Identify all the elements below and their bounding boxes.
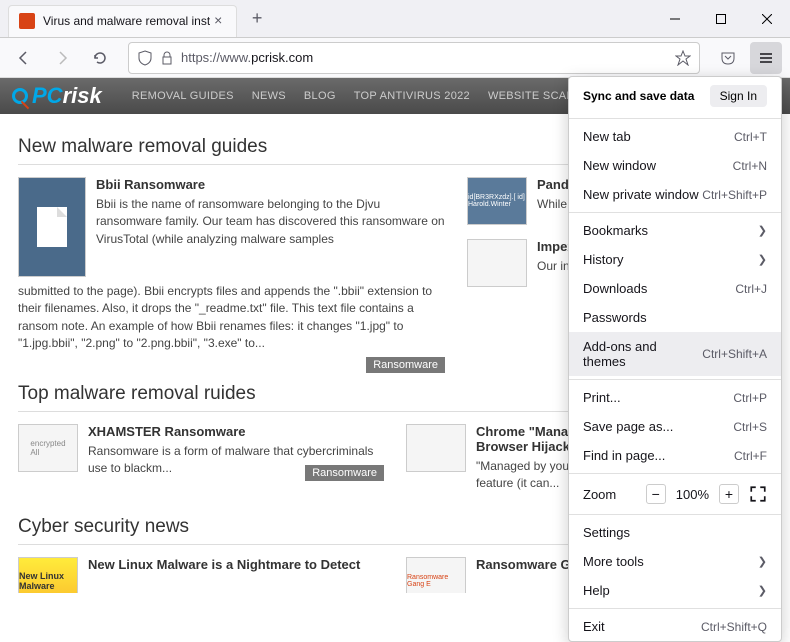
url-text: https://www.pcrisk.com bbox=[181, 50, 313, 65]
sync-row: Sync and save data Sign In bbox=[569, 77, 781, 115]
menu-save-page[interactable]: Save page as...Ctrl+S bbox=[569, 412, 781, 441]
menu-passwords[interactable]: Passwords bbox=[569, 303, 781, 332]
menu-find[interactable]: Find in page...Ctrl+F bbox=[569, 441, 781, 470]
fullscreen-icon[interactable] bbox=[749, 485, 767, 503]
nav-antivirus[interactable]: TOP ANTIVIRUS 2022 bbox=[354, 90, 470, 102]
zoom-value: 100% bbox=[676, 487, 709, 502]
separator bbox=[569, 608, 781, 609]
browser-tab[interactable]: Virus and malware removal inst × bbox=[8, 5, 237, 37]
tab-title: Virus and malware removal inst bbox=[43, 14, 210, 28]
menu-addons[interactable]: Add-ons and themesCtrl+Shift+A bbox=[569, 332, 781, 376]
chevron-right-icon: ❯ bbox=[758, 224, 767, 237]
app-menu-button[interactable] bbox=[750, 42, 782, 74]
reload-button[interactable] bbox=[84, 42, 116, 74]
menu-more-tools[interactable]: More tools❯ bbox=[569, 547, 781, 576]
zoom-out-button[interactable]: − bbox=[646, 484, 666, 504]
shield-icon bbox=[137, 50, 153, 66]
bookmark-star-icon[interactable] bbox=[675, 50, 691, 66]
close-window-button[interactable] bbox=[744, 0, 790, 38]
menu-zoom: Zoom − 100% + bbox=[569, 477, 781, 511]
lock-icon bbox=[159, 50, 175, 66]
forward-button[interactable] bbox=[46, 42, 78, 74]
thumb-icon: Ransomware Gang E bbox=[406, 557, 466, 593]
sync-label: Sync and save data bbox=[583, 89, 694, 103]
app-menu: Sync and save data Sign In New tabCtrl+T… bbox=[568, 76, 782, 642]
article-title: New Linux Malware is a Nightmare to Dete… bbox=[88, 557, 384, 572]
back-button[interactable] bbox=[8, 42, 40, 74]
thumb-icon bbox=[406, 424, 466, 472]
chevron-right-icon: ❯ bbox=[758, 555, 767, 568]
menu-history[interactable]: History❯ bbox=[569, 245, 781, 274]
thumb-icon: encryptedAll bbox=[18, 424, 78, 472]
menu-bookmarks[interactable]: Bookmarks❯ bbox=[569, 216, 781, 245]
favicon-icon bbox=[19, 13, 35, 29]
tag-ransomware: Ransomware bbox=[305, 465, 384, 481]
thumb-icon bbox=[18, 177, 86, 277]
chevron-right-icon: ❯ bbox=[758, 253, 767, 266]
article[interactable]: Bbii Ransomware Bbii is the name of rans… bbox=[18, 177, 445, 277]
pocket-button[interactable] bbox=[712, 42, 744, 74]
logo-icon bbox=[12, 88, 28, 104]
menu-print[interactable]: Print...Ctrl+P bbox=[569, 383, 781, 412]
separator bbox=[569, 514, 781, 515]
thumb-icon bbox=[467, 239, 527, 287]
article-text: Bbii is the name of ransomware belonging… bbox=[96, 196, 445, 248]
separator bbox=[569, 379, 781, 380]
nav-news[interactable]: NEWS bbox=[252, 90, 286, 102]
article-title: Bbii Ransomware bbox=[96, 177, 445, 192]
article[interactable]: encryptedAll XHAMSTER Ransomware Ransomw… bbox=[18, 424, 384, 478]
new-tab-button[interactable]: + bbox=[243, 5, 271, 33]
titlebar: Virus and malware removal inst × + bbox=[0, 0, 790, 38]
article-text-cont: submitted to the page). Bbii encrypts fi… bbox=[18, 283, 445, 353]
window-controls bbox=[652, 0, 790, 38]
minimize-button[interactable] bbox=[652, 0, 698, 38]
article-title: XHAMSTER Ransomware bbox=[88, 424, 384, 439]
menu-settings[interactable]: Settings bbox=[569, 518, 781, 547]
address-bar[interactable]: https://www.pcrisk.com bbox=[128, 42, 700, 74]
separator bbox=[569, 212, 781, 213]
separator bbox=[569, 473, 781, 474]
menu-new-window[interactable]: New windowCtrl+N bbox=[569, 151, 781, 180]
close-tab-icon[interactable]: × bbox=[210, 13, 226, 29]
nav-removal-guides[interactable]: REMOVAL GUIDES bbox=[132, 90, 234, 102]
menu-new-tab[interactable]: New tabCtrl+T bbox=[569, 122, 781, 151]
article[interactable]: New Linux Malware New Linux Malware is a… bbox=[18, 557, 384, 593]
toolbar: https://www.pcrisk.com bbox=[0, 38, 790, 78]
logo[interactable]: PCrisk bbox=[12, 83, 102, 109]
thumb-icon: id[BR3RXzdz].[ id] Harold.Winter bbox=[467, 177, 527, 225]
sign-in-button[interactable]: Sign In bbox=[710, 85, 767, 107]
maximize-button[interactable] bbox=[698, 0, 744, 38]
menu-downloads[interactable]: DownloadsCtrl+J bbox=[569, 274, 781, 303]
tag-ransomware: Ransomware bbox=[366, 357, 445, 373]
nav-blog[interactable]: BLOG bbox=[304, 90, 336, 102]
menu-help[interactable]: Help❯ bbox=[569, 576, 781, 605]
menu-new-private[interactable]: New private windowCtrl+Shift+P bbox=[569, 180, 781, 209]
zoom-in-button[interactable]: + bbox=[719, 484, 739, 504]
separator bbox=[569, 118, 781, 119]
thumb-icon: New Linux Malware bbox=[18, 557, 78, 593]
chevron-right-icon: ❯ bbox=[758, 584, 767, 597]
menu-exit[interactable]: ExitCtrl+Shift+Q bbox=[569, 612, 781, 641]
